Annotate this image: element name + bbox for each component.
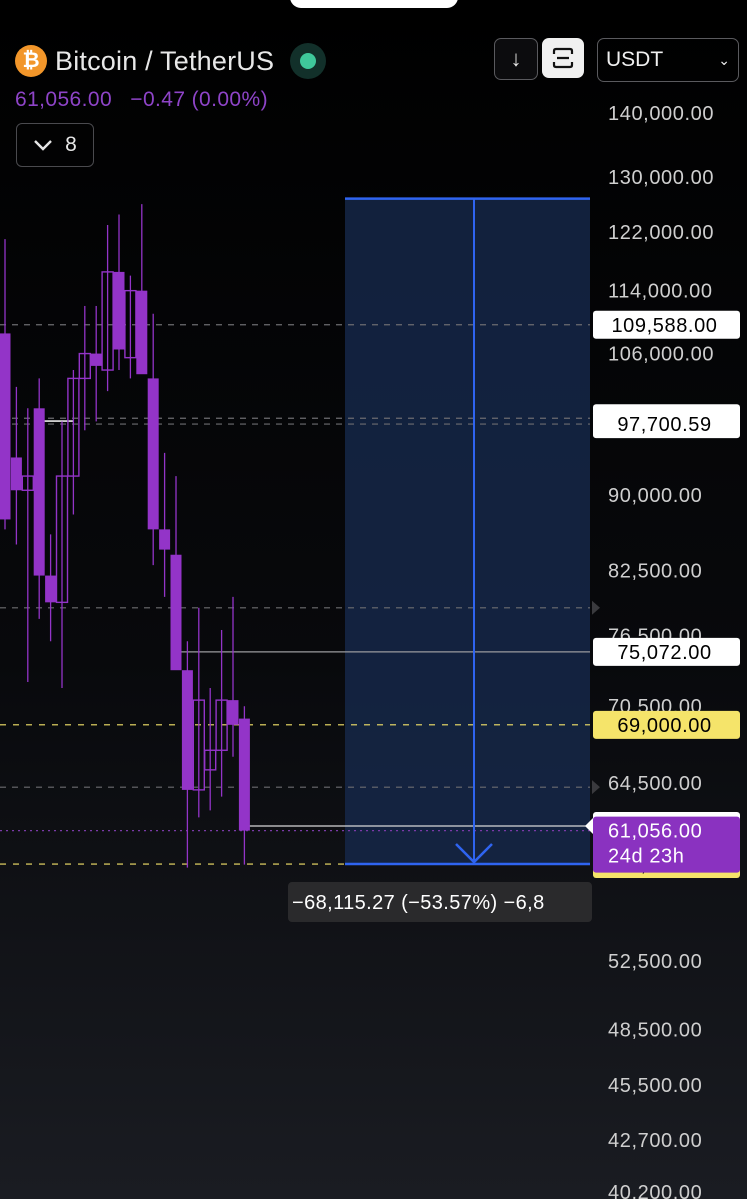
y-axis-tick-label: 48,500.00	[608, 1020, 702, 1042]
candle-body	[33, 408, 45, 576]
y-axis-tick-label: 106,000.00	[608, 344, 714, 366]
y-axis-tick-label: 140,000.00	[608, 103, 714, 125]
candle-countdown-text: 24d 23h	[608, 846, 685, 868]
price-label-text: 75,072.00	[617, 642, 711, 664]
candle-body	[113, 271, 125, 350]
current-price-text: 61,056.00	[608, 821, 702, 843]
y-axis-tick-label: 122,000.00	[608, 222, 714, 244]
candle-body	[147, 378, 159, 530]
candle-body	[170, 554, 182, 671]
measure-readout-text: −68,115.27 (−53.57%) −6,8	[292, 892, 545, 914]
price-label-text: 109,588.00	[611, 315, 717, 337]
y-axis-tick-label: 45,500.00	[608, 1075, 702, 1097]
price-label-text: 97,700.59	[617, 414, 711, 436]
y-axis-tick-label: 42,700.00	[608, 1130, 702, 1152]
candle-body	[238, 718, 250, 831]
y-axis-tick-label: 90,000.00	[608, 485, 702, 507]
candle-body	[181, 670, 193, 790]
y-axis-tick-label: 130,000.00	[608, 167, 714, 189]
price-label-text: 69,000.00	[617, 715, 711, 737]
candle-body	[136, 290, 148, 375]
y-axis-tick-label: 52,500.00	[608, 951, 702, 973]
y-axis-tick-label: 114,000.00	[608, 281, 713, 303]
scale-marker-icon	[592, 600, 600, 615]
measure-range-area	[345, 198, 590, 865]
y-axis-tick-label: 40,200.00	[608, 1182, 702, 1199]
price-chart[interactable]: 140,000.00 130,000.00 122,000.00 114,000.00…	[0, 0, 747, 1199]
candle-body	[0, 333, 11, 520]
candle-body	[227, 700, 239, 725]
y-axis-tick-label: 64,500.00	[608, 773, 702, 795]
candle-body	[10, 457, 22, 491]
candle-body	[45, 575, 57, 603]
y-axis-tick-label: 82,500.00	[608, 560, 702, 582]
candle-body	[90, 353, 102, 366]
candle-body	[159, 529, 171, 550]
scale-marker-icon	[592, 780, 600, 795]
